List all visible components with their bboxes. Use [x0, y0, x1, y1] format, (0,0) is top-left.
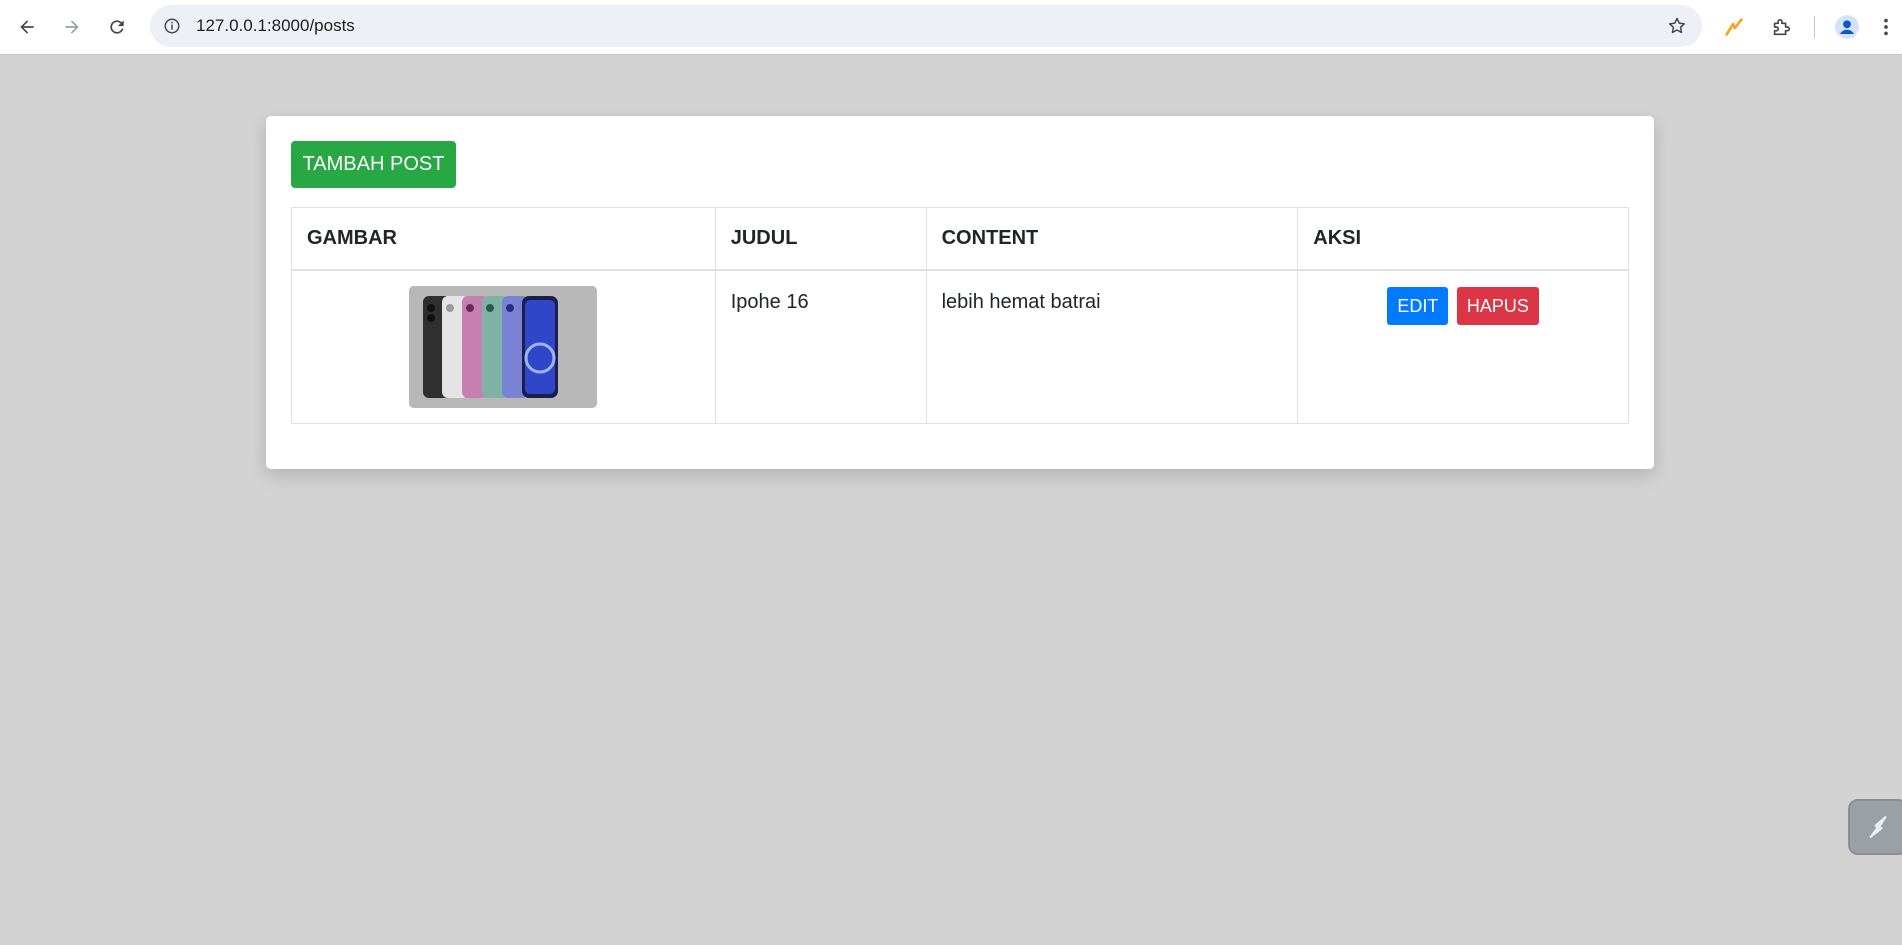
back-button[interactable] — [10, 10, 44, 44]
site-info-icon[interactable] — [160, 14, 184, 38]
address-bar[interactable]: 127.0.0.1:8000/posts — [150, 5, 1702, 47]
content-cell: lebih hemat batrai — [925, 269, 1299, 424]
table-header-row: GAMBAR JUDUL CONTENT AKSI — [291, 207, 1629, 271]
lightning-widget-icon — [1869, 816, 1887, 838]
post-image — [409, 285, 598, 408]
star-icon[interactable] — [1664, 13, 1690, 39]
puzzle-extensions-icon[interactable] — [1765, 11, 1797, 43]
posts-table: GAMBAR JUDUL CONTENT AKSI Ipohe 16 lebih… — [291, 207, 1629, 424]
back-arrow-icon — [20, 20, 34, 34]
floating-widget-button[interactable] — [1848, 799, 1902, 855]
browser-toolbar: 127.0.0.1:8000/posts — [0, 0, 1902, 55]
forward-arrow-icon — [65, 20, 79, 34]
delete-button[interactable]: HAPUS — [1456, 286, 1539, 325]
add-post-button[interactable]: TAMBAH POST — [291, 141, 456, 188]
url-text[interactable]: 127.0.0.1:8000/posts — [196, 17, 355, 35]
header-judul: JUDUL — [714, 207, 927, 271]
phones-image-icon — [409, 285, 598, 408]
table-row: Ipohe 16 lebih hemat batrai EDIT HAPUS — [291, 269, 1629, 424]
posts-card: TAMBAH POST GAMBAR JUDUL CONTENT AKSI Ip… — [266, 116, 1654, 469]
header-gambar: GAMBAR — [291, 207, 716, 271]
reload-button[interactable] — [100, 10, 134, 44]
image-cell — [291, 269, 716, 424]
kebab-menu-icon[interactable] — [1876, 11, 1896, 43]
header-content: CONTENT — [925, 207, 1299, 271]
profile-icon[interactable] — [1831, 11, 1863, 43]
action-cell: EDIT HAPUS — [1297, 269, 1629, 424]
header-aksi: AKSI — [1297, 207, 1629, 271]
reload-icon — [110, 20, 124, 34]
judul-cell: Ipohe 16 — [714, 269, 927, 424]
lightning-extension-icon[interactable] — [1718, 11, 1750, 43]
toolbar-divider — [1814, 16, 1815, 38]
forward-button[interactable] — [55, 10, 89, 44]
edit-button[interactable]: EDIT — [1387, 286, 1449, 325]
